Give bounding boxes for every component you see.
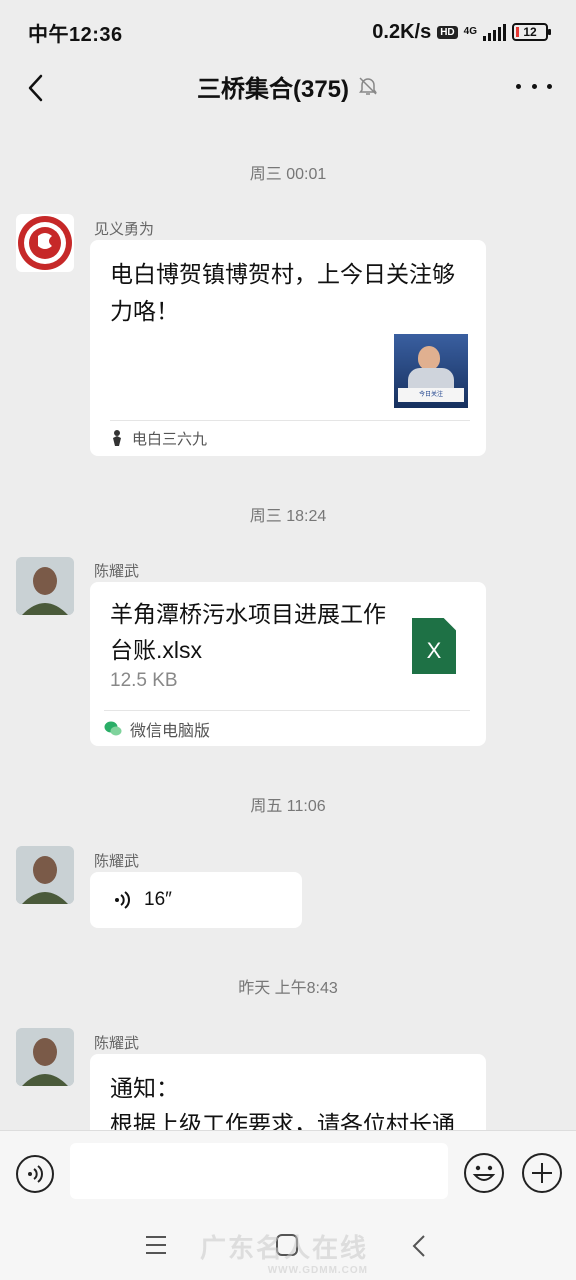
network-speed: 0.2K/s <box>372 20 432 43</box>
dot <box>516 83 521 89</box>
mute-bell-icon <box>359 77 378 95</box>
file-icon-letter: X <box>426 638 442 663</box>
message-input[interactable] <box>70 1143 448 1199</box>
sender-name: 陈耀武 <box>94 853 140 870</box>
chat-header: 三桥集合(375) <box>0 64 576 120</box>
user-photo-icon <box>16 557 74 615</box>
input-bar <box>0 1130 576 1214</box>
user-photo-icon <box>16 846 74 904</box>
back-arrow-icon <box>412 1235 425 1257</box>
timestamp: 周三 18:24 <box>249 508 327 525</box>
text-message[interactable]: 通知： 根据上级工作要求，请各位村长通 <box>90 1054 486 1130</box>
emoji-button[interactable] <box>464 1153 504 1193</box>
signal-icon <box>483 23 506 41</box>
plus-icon <box>532 1163 552 1183</box>
wechat-icon <box>104 721 122 736</box>
excel-file-icon: X <box>412 618 456 674</box>
sender-name: 陈耀武 <box>94 563 140 580</box>
voice-wave-icon <box>115 891 130 909</box>
link-card[interactable]: 电白博贺镇博贺村，上今日关注够力咯！ 今日关注 电白三六九 <box>90 240 486 456</box>
battery-icon: 12 <box>512 23 551 41</box>
status-indicators: 0.2K/s HD 4G 12 <box>372 20 551 44</box>
dot <box>547 83 552 89</box>
system-back-button[interactable] <box>408 1232 432 1260</box>
hd-badge: HD <box>437 25 458 39</box>
sender-name: 见义勇为 <box>94 221 155 238</box>
sender-name: 陈耀武 <box>94 1035 140 1052</box>
source-name: 微信电脑版 <box>130 723 211 740</box>
divider <box>110 420 470 421</box>
status-bar: 中午12:36 0.2K/s HD 4G 12 <box>0 0 576 64</box>
file-card[interactable]: 羊角潭桥污水项目进展工作台账.xlsx 12.5 KB X 微信电脑版 <box>90 582 486 746</box>
battery-level: 12 <box>523 25 537 39</box>
menu-line <box>146 1252 166 1254</box>
link-title: 电白博贺镇博贺村，上今日关注够力咯！ <box>110 261 455 324</box>
message-line: 通知： <box>110 1075 179 1101</box>
source-name: 电白三六九 <box>132 430 208 448</box>
clock: 中午12:36 <box>28 23 123 46</box>
network-type: 4G <box>463 26 477 37</box>
club-logo-icon <box>18 216 72 270</box>
thumb-caption: 今日关注 <box>398 388 464 402</box>
timestamp: 周三 00:01 <box>249 166 327 183</box>
message-list[interactable]: 周三 00:01 见义勇为 电白博贺镇博贺村，上今日关注够力咯！ 今日关注 电白… <box>0 120 576 1130</box>
menu-line <box>146 1244 166 1246</box>
message-line: 根据上级工作要求，请各位村长通 <box>110 1111 455 1130</box>
dot <box>531 83 537 89</box>
divider <box>104 710 470 711</box>
recent-apps-button[interactable] <box>146 1236 166 1254</box>
watermark-url: WWW.GDMM.COM <box>267 1265 369 1276</box>
voice-input-button[interactable] <box>16 1155 54 1193</box>
link-thumbnail: 今日关注 <box>394 334 468 408</box>
title-area: 三桥集合(375) <box>0 64 576 108</box>
chat-title: 三桥集合(375) <box>196 75 350 103</box>
smiley-icon <box>472 1165 496 1181</box>
file-name: 羊角潭桥污水项目进展工作台账.xlsx <box>110 601 386 663</box>
voice-icon <box>28 1165 43 1183</box>
file-size: 12.5 KB <box>110 670 178 691</box>
avatar[interactable] <box>16 214 74 272</box>
avatar[interactable] <box>16 557 74 615</box>
watermark-text: 广东名人在线 <box>200 1233 369 1263</box>
timestamp: 昨天 上午8:43 <box>238 980 338 997</box>
timestamp: 周五 11:06 <box>250 798 326 815</box>
voice-duration: 16″ <box>144 889 172 910</box>
source-app-icon <box>113 430 121 446</box>
more-options-button[interactable] <box>516 74 552 98</box>
avatar[interactable] <box>16 846 74 904</box>
avatar[interactable] <box>16 1028 74 1086</box>
user-photo-icon <box>16 1028 74 1086</box>
watermark: 广东名人在线 WWW.GDMM.COM <box>200 1228 368 1276</box>
more-functions-button[interactable] <box>522 1153 562 1193</box>
voice-message[interactable]: 16″ <box>90 872 302 928</box>
menu-line <box>146 1236 166 1238</box>
